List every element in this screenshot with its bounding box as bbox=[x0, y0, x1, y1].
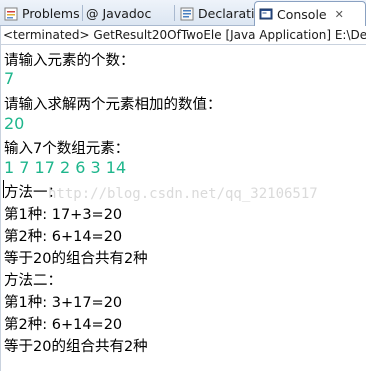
console-line: 第2种: 6+14=20 bbox=[4, 229, 123, 245]
console-line: 请输入求解两个元素相加的数值： bbox=[4, 97, 222, 113]
tab-label: @ Javadoc bbox=[86, 6, 152, 21]
close-icon[interactable]: ✕ bbox=[335, 8, 344, 21]
watermark: http://blog.csdn.net/qq_32106517 bbox=[48, 186, 318, 202]
console-line-input: 20 bbox=[4, 114, 25, 133]
tab-javadoc[interactable]: @ Javadoc bbox=[84, 2, 174, 25]
console-icon bbox=[259, 7, 273, 21]
problems-icon bbox=[4, 7, 18, 21]
console-line: 等于20的组合共有2种 bbox=[4, 339, 148, 355]
console-line: 第1种: 3+17=20 bbox=[4, 295, 123, 311]
tab-label: Console bbox=[277, 6, 327, 22]
text-caret bbox=[3, 180, 4, 198]
tab-declaration[interactable]: Declaration bbox=[176, 2, 270, 25]
declaration-icon bbox=[180, 7, 194, 21]
console-line: 请输入元素的个数： bbox=[4, 53, 135, 69]
console-line: 输入7个数组元素： bbox=[4, 141, 130, 157]
tab-console[interactable]: Console ✕ bbox=[254, 1, 366, 26]
console-line-input: 7 bbox=[4, 69, 15, 88]
console-line: 第1种: 17+3=20 bbox=[4, 207, 123, 223]
view-tab-bar: Problems @ Javadoc Declaration Console ✕ bbox=[0, 0, 366, 26]
console-line: 方法二： bbox=[4, 273, 62, 289]
console-line: 第2种: 6+14=20 bbox=[4, 317, 123, 333]
tab-problems[interactable]: Problems bbox=[0, 2, 82, 25]
console-border bbox=[0, 26, 1, 371]
console-line: 等于20的组合共有2种 bbox=[4, 251, 148, 267]
console-status-line: <terminated> GetResult20OfTwoEle [Java A… bbox=[0, 26, 366, 45]
console-output[interactable]: 请输入元素的个数： 7 请输入求解两个元素相加的数值： 20 输入7个数组元素：… bbox=[4, 46, 362, 366]
tab-label: Problems bbox=[22, 6, 80, 21]
console-line-input: 1 7 17 2 6 3 14 bbox=[4, 158, 127, 177]
